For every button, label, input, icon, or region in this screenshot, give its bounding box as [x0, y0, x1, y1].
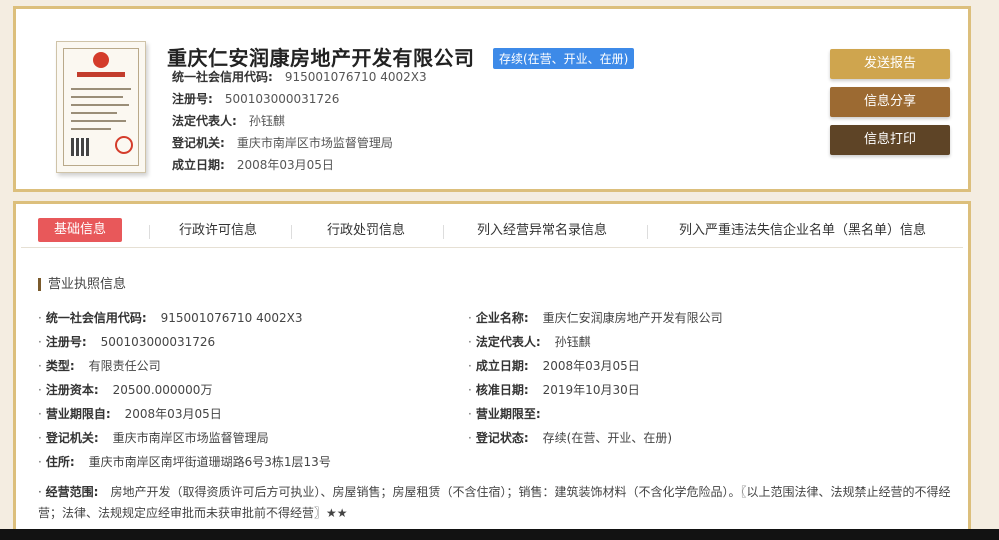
tab-divider: [443, 225, 444, 239]
tab-abnormal-list[interactable]: 列入经营异常名录信息: [477, 219, 607, 238]
company-summary-card: 重庆仁安润康房地产开发有限公司 存续(在营、开业、在册) 统一社会信用代码: 91…: [13, 6, 971, 192]
share-info-button[interactable]: 信息分享: [830, 87, 950, 117]
field-est-date: · 成立日期: 2008年03月05日: [468, 359, 640, 373]
tab-basic-info[interactable]: 基础信息: [38, 218, 122, 242]
legal-rep-line: 法定代表人: 孙钰麒: [172, 114, 285, 128]
print-info-button[interactable]: 信息打印: [830, 125, 950, 155]
field-approval-date: · 核准日期: 2019年10月30日: [468, 383, 640, 397]
field-address: · 住所: 重庆市南岸区南坪街道珊瑚路6号3栋1层13号: [38, 455, 331, 469]
status-badge: 存续(在营、开业、在册): [493, 48, 635, 69]
field-company-name: · 企业名称: 重庆仁安润康房地产开发有限公司: [468, 311, 723, 325]
tab-divider: [647, 225, 648, 239]
field-type: · 类型: 有限责任公司: [38, 359, 161, 373]
field-capital: · 注册资本: 20500.000000万: [38, 383, 213, 397]
section-title: 营业执照信息: [38, 278, 126, 291]
company-name: 重庆仁安润康房地产开发有限公司: [167, 46, 475, 70]
detail-card: 基础信息 行政许可信息 行政处罚信息 列入经营异常名录信息 列入严重违法失信企业…: [13, 201, 971, 531]
tab-admin-penalty[interactable]: 行政处罚信息: [327, 219, 405, 238]
field-authority: · 登记机关: 重庆市南岸区市场监督管理局: [38, 431, 269, 445]
bottom-bar: [0, 529, 999, 540]
field-term-from: · 营业期限自: 2008年03月05日: [38, 407, 222, 421]
tab-bar: 基础信息 行政许可信息 行政处罚信息 列入经营异常名录信息 列入严重违法失信企业…: [21, 210, 963, 248]
authority-line: 登记机关: 重庆市南岸区市场监督管理局: [172, 136, 393, 150]
reg-no-line: 注册号: 500103000031726: [172, 92, 340, 106]
credit-code-line: 统一社会信用代码: 915001076710 4002X3: [172, 70, 427, 84]
field-reg-no: · 注册号: 500103000031726: [38, 335, 216, 349]
tab-blacklist[interactable]: 列入严重违法失信企业名单（黑名单）信息: [679, 219, 926, 238]
send-report-button[interactable]: 发送报告: [830, 49, 950, 79]
tab-admin-permit[interactable]: 行政许可信息: [179, 219, 257, 238]
business-license-image[interactable]: [56, 41, 146, 173]
field-reg-status: · 登记状态: 存续(在营、开业、在册): [468, 431, 673, 445]
tab-divider: [149, 225, 150, 239]
tab-divider: [291, 225, 292, 239]
field-term-to: · 营业期限至:: [468, 407, 541, 421]
field-credit-code: · 统一社会信用代码: 915001076710 4002X3: [38, 311, 303, 325]
est-date-line: 成立日期: 2008年03月05日: [172, 158, 334, 172]
field-business-scope: · 经营范围: 房地产开发（取得资质许可后方可执业）、房屋销售；房屋租赁（不含住宿…: [38, 485, 951, 520]
field-legal-rep: · 法定代表人: 孙钰麒: [468, 335, 591, 349]
